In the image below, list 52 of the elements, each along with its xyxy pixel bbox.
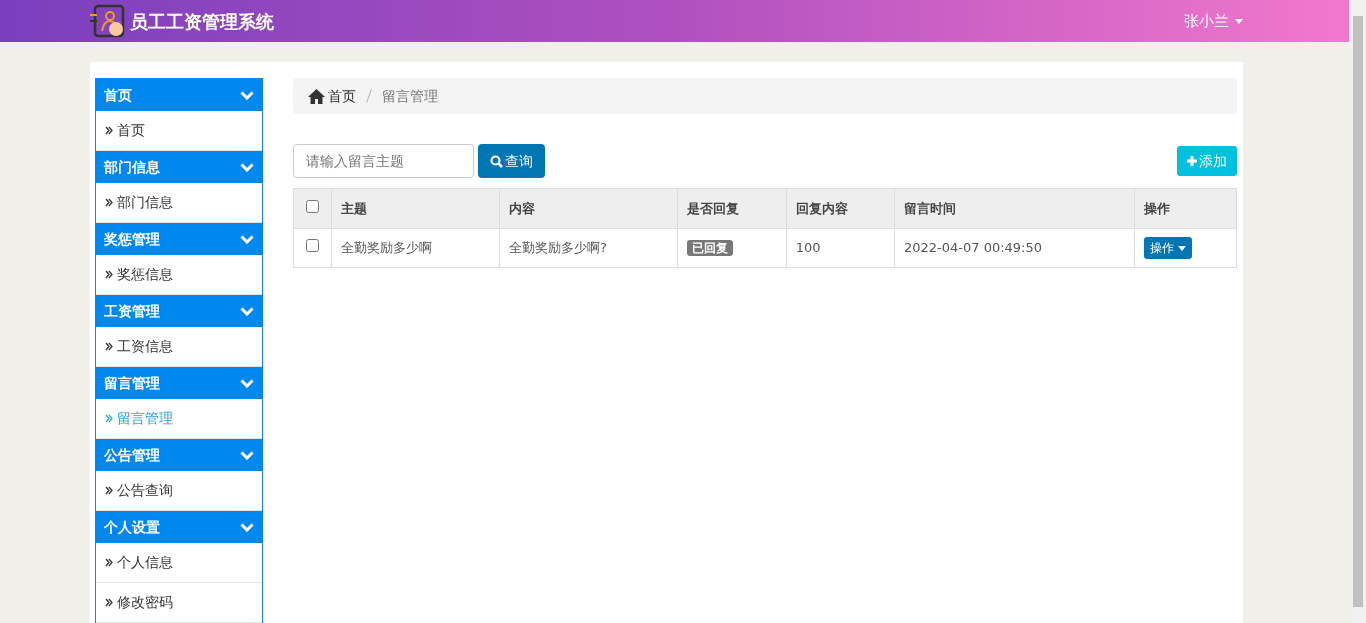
double-chevron-icon [105, 198, 113, 207]
column-header: 留言时间 [894, 188, 1135, 229]
column-header: 主题 [331, 188, 500, 229]
action-dropdown-button[interactable]: 操作 [1143, 237, 1192, 259]
search-icon [490, 154, 503, 168]
breadcrumb-link[interactable]: 首页 [308, 85, 356, 107]
double-chevron-icon [105, 558, 113, 567]
table-cell: 全勤奖励多少啊? [499, 228, 678, 268]
column-header: 是否回复 [677, 188, 787, 229]
breadcrumb-separator-icon [366, 89, 372, 103]
menu-group-header[interactable]: 个人设置 [96, 511, 262, 543]
double-chevron-icon [105, 486, 113, 495]
menu-item[interactable]: 个人信息 [96, 543, 262, 583]
status-label: 已回复 [687, 240, 734, 257]
menu-group-header[interactable]: 首页 [96, 79, 262, 111]
search-field[interactable]: 请输入留言主题 [293, 144, 474, 178]
menu-group-header[interactable]: 留言管理 [96, 367, 262, 399]
table-cell: 100 [786, 228, 895, 268]
chevron-down-icon [240, 306, 254, 316]
chevron-down-icon [240, 450, 254, 460]
scrollbar[interactable] [1349, 0, 1366, 623]
table-cell: 2022-04-07 00:49:50 [894, 228, 1135, 268]
column-header: 操作 [1134, 188, 1237, 229]
caret-icon [1177, 245, 1186, 251]
select-all-checkbox[interactable] [306, 199, 319, 213]
chevron-down-icon [240, 522, 254, 532]
double-chevron-icon [105, 342, 113, 351]
menu-item[interactable]: 修改密码 [96, 583, 262, 623]
chevron-down-icon [240, 162, 254, 172]
menu-group-header[interactable]: 奖惩管理 [96, 223, 262, 255]
row-checkbox[interactable] [306, 239, 319, 253]
logo-icon [90, 3, 126, 39]
double-chevron-icon [105, 126, 113, 135]
app-title: 员工工资管理系统 [130, 9, 274, 34]
double-chevron-icon [105, 270, 113, 279]
column-header: 内容 [499, 188, 678, 229]
breadcrumb-current: 留言管理 [382, 86, 438, 106]
chevron-down-icon [240, 378, 254, 388]
table-cell: 全勤奖励多少啊 [331, 228, 500, 268]
user-menu[interactable]: 张小兰 [1178, 8, 1249, 34]
plus-icon [1187, 156, 1197, 166]
caret-icon [1235, 18, 1243, 24]
menu-group-header[interactable]: 工资管理 [96, 295, 262, 327]
double-chevron-icon [105, 414, 113, 423]
menu-group-header[interactable]: 部门信息 [96, 151, 262, 183]
search-button[interactable]: 查询 [478, 144, 545, 178]
chevron-down-icon [240, 90, 254, 100]
home-icon [308, 88, 325, 104]
chevron-down-icon [240, 234, 254, 244]
double-chevron-icon [105, 598, 113, 607]
column-header: 回复内容 [786, 188, 895, 229]
menu-group-header[interactable]: 公告管理 [96, 439, 262, 471]
